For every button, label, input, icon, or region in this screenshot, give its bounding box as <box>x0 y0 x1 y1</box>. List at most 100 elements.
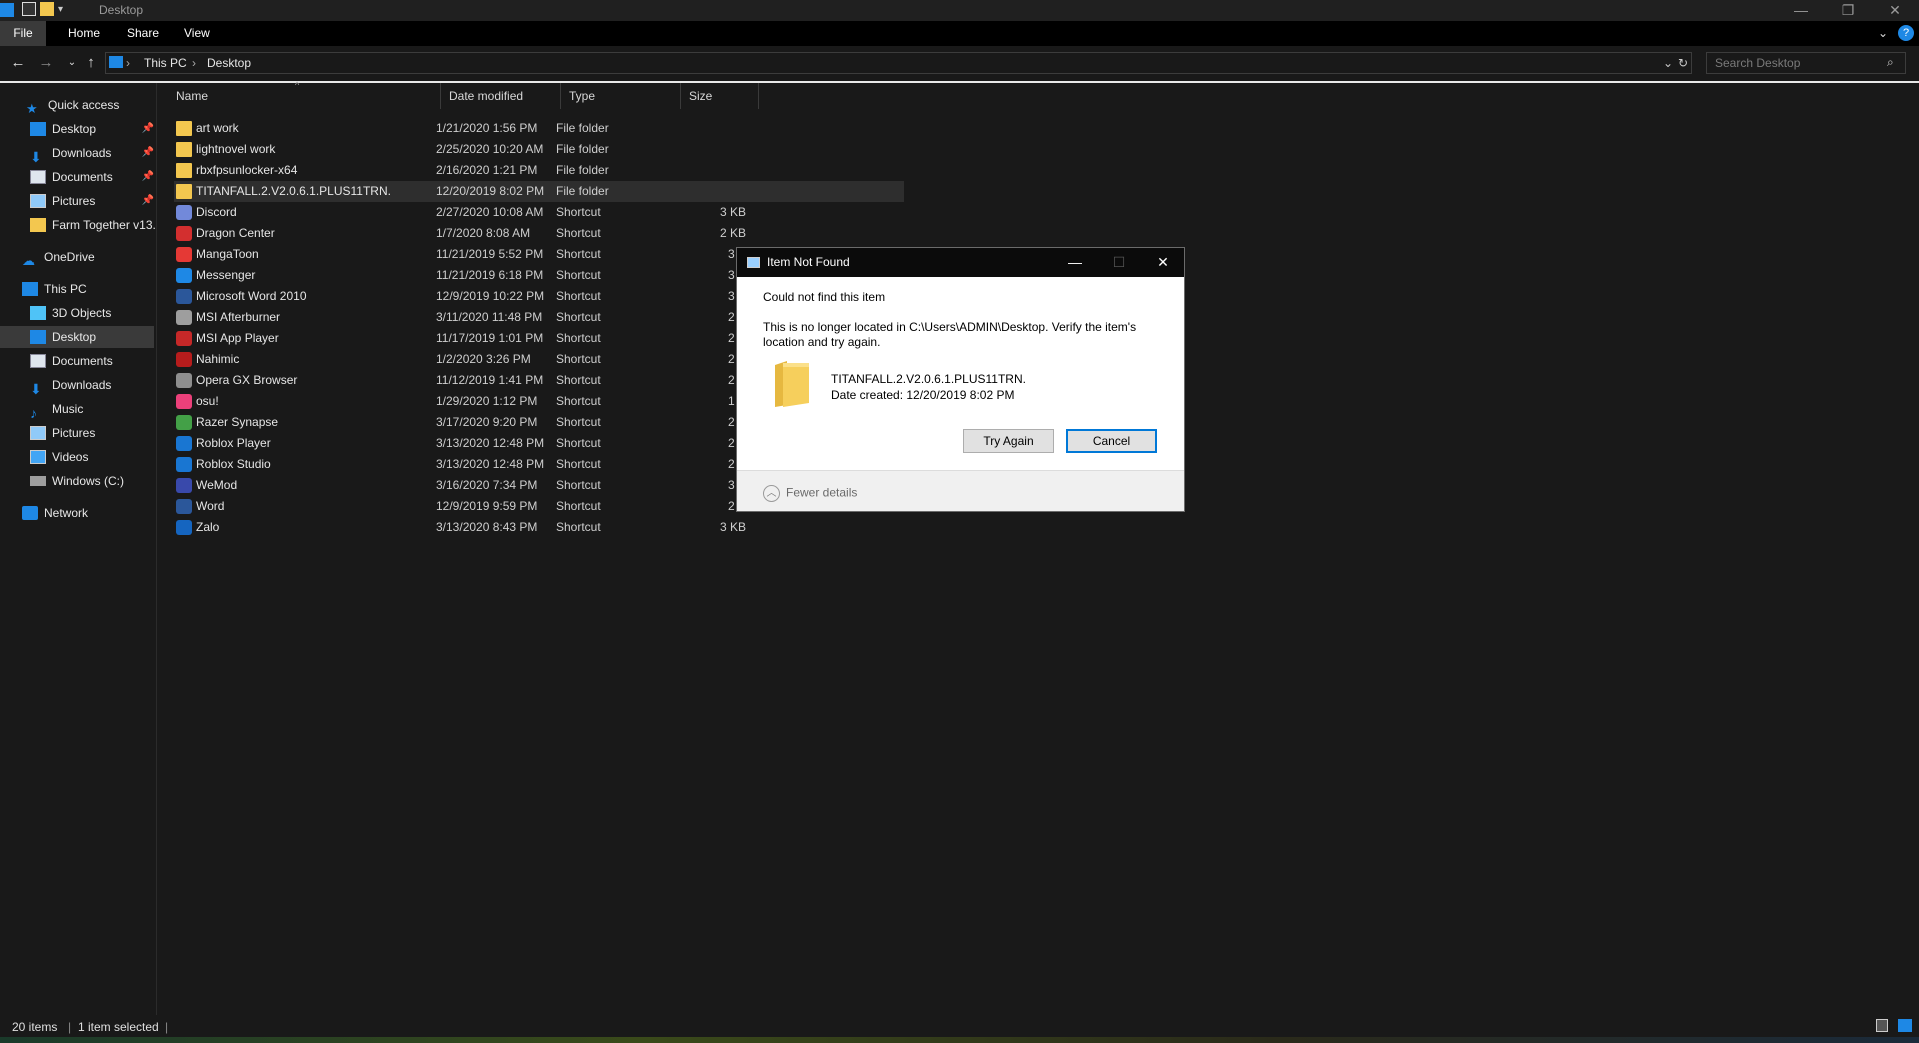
large-icons-view-icon[interactable] <box>1898 1019 1912 1032</box>
breadcrumb-this-pc[interactable]: This PC <box>144 56 187 70</box>
file-row[interactable]: Dragon Center 1/7/2020 8:08 AM Shortcut 2 K… <box>174 223 904 244</box>
forward-arrow-icon[interactable]: → <box>37 54 55 72</box>
this-pc-icon <box>109 56 123 68</box>
file-row[interactable]: Zalo 3/13/2020 8:43 PM Shortcut 3 KB <box>174 517 904 538</box>
music-icon: ♪ <box>30 404 37 420</box>
shortcut-icon <box>176 331 192 346</box>
file-size: 3 KB <box>719 205 746 219</box>
pin-icon[interactable]: 📌 <box>142 118 154 140</box>
nav-quick-downloads[interactable]: ⬇ Downloads 📌 <box>30 142 154 164</box>
dialog-message: This is no longer located in C:\Users\AD… <box>763 320 1137 349</box>
item-not-found-dialog: Item Not Found — ☐ ✕ Could not find this… <box>736 247 1185 512</box>
nav-label: Music <box>52 402 84 416</box>
nav-quick-access[interactable]: ★ Quick access <box>26 94 156 116</box>
dialog-maximize-button: ☐ <box>1112 254 1126 270</box>
shortcut-icon <box>176 205 192 220</box>
address-bar[interactable]: › This PC › Desktop ⌄ ↻ <box>105 52 1692 74</box>
nav-pc-3d-objects[interactable]: 3D Objects <box>30 302 154 324</box>
nav-label: Windows (C:) <box>52 474 125 488</box>
new-folder-icon[interactable] <box>40 2 54 16</box>
refresh-icon[interactable]: ↻ <box>1678 56 1688 70</box>
nav-pc-windows-c[interactable]: Windows (C:) <box>30 470 154 492</box>
fewer-details-toggle[interactable]: ︿ Fewer details <box>763 485 857 502</box>
shortcut-icon <box>176 289 192 304</box>
column-header-size[interactable]: Size <box>681 83 759 109</box>
pin-icon[interactable]: 📌 <box>142 142 154 164</box>
breadcrumb-desktop[interactable]: Desktop <box>207 56 251 70</box>
tab-view[interactable]: View <box>172 21 222 46</box>
file-name: MSI App Player <box>196 331 279 345</box>
nav-label: Quick access <box>48 98 120 112</box>
file-row[interactable]: rbxfpsunlocker-x64 2/16/2020 1:21 PM File … <box>174 160 904 181</box>
file-type: Shortcut <box>556 268 601 282</box>
details-view-icon[interactable] <box>1876 1019 1888 1032</box>
tab-file[interactable]: File <box>0 21 46 46</box>
address-dropdown-icon[interactable]: ⌄ <box>1663 56 1673 70</box>
network-icon <box>22 505 38 520</box>
explorer-icon <box>0 3 14 17</box>
tab-share[interactable]: Share <box>115 21 171 46</box>
nav-pc-downloads[interactable]: ⬇ Downloads <box>30 374 154 396</box>
nav-pc-pictures[interactable]: Pictures <box>30 422 154 444</box>
file-date: 1/2/2020 3:26 PM <box>436 352 531 366</box>
try-again-button[interactable]: Try Again <box>963 429 1054 453</box>
desktop-icon <box>30 329 46 344</box>
cube-icon <box>30 305 46 320</box>
help-icon[interactable]: ? <box>1898 25 1914 41</box>
cancel-button[interactable]: Cancel <box>1066 429 1157 453</box>
breadcrumb-separator-icon[interactable]: › <box>192 56 196 70</box>
expand-ribbon-icon[interactable]: ⌄ <box>1878 26 1888 40</box>
file-type: Shortcut <box>556 205 601 219</box>
file-row[interactable]: TITANFALL.2.V2.0.6.1.PLUS11TRN. 12/20/201… <box>174 181 904 202</box>
back-arrow-icon[interactable]: ← <box>9 54 27 72</box>
dialog-minimize-button[interactable]: — <box>1053 248 1097 277</box>
search-input[interactable] <box>1707 53 1877 73</box>
file-date: 2/27/2020 10:08 AM <box>436 205 544 219</box>
search-box[interactable]: ⌕ <box>1706 52 1906 74</box>
shortcut-icon <box>176 226 192 241</box>
file-date: 12/9/2019 9:59 PM <box>436 499 538 513</box>
search-icon[interactable]: ⌕ <box>1887 55 1894 70</box>
nav-this-pc[interactable]: This PC <box>22 278 152 300</box>
pin-icon[interactable]: 📌 <box>142 190 154 212</box>
up-arrow-icon[interactable]: ↑ <box>82 54 100 72</box>
column-header-type[interactable]: Type <box>561 83 681 109</box>
file-type: Shortcut <box>556 478 601 492</box>
shortcut-icon <box>176 478 192 493</box>
dialog-title-bar: Item Not Found — ☐ ✕ <box>737 248 1184 277</box>
file-type: Shortcut <box>556 247 601 261</box>
title-bar: ▾ Desktop — ❐ ✕ <box>0 0 1919 21</box>
recent-locations-icon[interactable]: ⌄ <box>63 54 81 72</box>
cloud-icon: ☁ <box>22 252 35 268</box>
breadcrumb-separator-icon[interactable]: › <box>126 56 130 70</box>
column-header-date[interactable]: Date modified <box>441 83 561 109</box>
file-row[interactable]: lightnovel work 2/25/2020 10:20 AM File fo… <box>174 139 904 160</box>
dialog-close-button[interactable]: ✕ <box>1141 248 1185 277</box>
nav-quick-desktop[interactable]: Desktop 📌 <box>30 118 154 140</box>
maximize-button[interactable]: ❐ <box>1825 0 1871 21</box>
nav-network[interactable]: Network <box>22 502 152 524</box>
nav-quick-pictures[interactable]: Pictures 📌 <box>30 190 154 212</box>
close-button[interactable]: ✕ <box>1872 0 1918 21</box>
tab-home[interactable]: Home <box>56 21 112 46</box>
column-header-name[interactable]: Name <box>168 83 441 109</box>
file-date: 3/16/2020 7:34 PM <box>436 478 538 492</box>
nav-pc-music[interactable]: ♪ Music <box>30 398 154 420</box>
nav-onedrive[interactable]: ☁ OneDrive <box>22 246 152 268</box>
download-icon: ⬇ <box>30 380 42 396</box>
dialog-heading: Could not find this item <box>763 290 886 304</box>
nav-pc-desktop[interactable]: Desktop <box>0 326 154 348</box>
nav-quick-documents[interactable]: Documents 📌 <box>30 166 154 188</box>
file-row[interactable]: Discord 2/27/2020 10:08 AM Shortcut 3 KB <box>174 202 904 223</box>
file-type: Shortcut <box>556 373 601 387</box>
minimize-button[interactable]: — <box>1778 0 1824 21</box>
pin-icon[interactable]: 📌 <box>142 166 154 188</box>
nav-pc-videos[interactable]: Videos <box>30 446 154 468</box>
nav-pc-documents[interactable]: Documents <box>30 350 154 372</box>
properties-icon[interactable] <box>22 2 36 16</box>
file-name: Roblox Studio <box>196 457 271 471</box>
file-row[interactable]: art work 1/21/2020 1:56 PM File folder <box>174 118 904 139</box>
nav-label: This PC <box>44 282 87 296</box>
customize-toolbar-icon[interactable]: ▾ <box>58 3 72 17</box>
nav-quick-farm-together[interactable]: Farm Together v13.0 <box>30 214 156 236</box>
